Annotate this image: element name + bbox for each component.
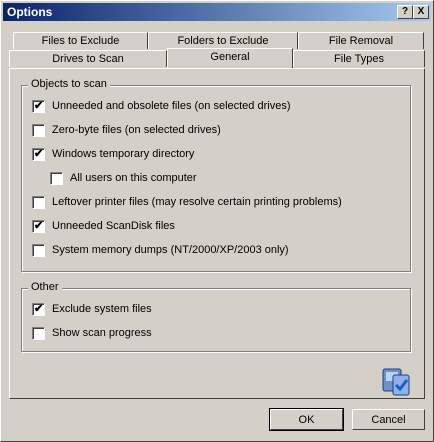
- objects-to-scan-group: Objects to scan ✔ Unneeded and obsolete …: [21, 78, 411, 272]
- checkbox-label: System memory dumps (NT/2000/XP/2003 onl…: [52, 244, 289, 256]
- checkbox-box[interactable]: ✔: [32, 219, 45, 233]
- help-button[interactable]: ?: [397, 5, 413, 19]
- tab-files-to-exclude[interactable]: Files to Exclude: [13, 32, 148, 49]
- checkbox-box[interactable]: ✔: [32, 147, 45, 161]
- checkbox-box[interactable]: ✔: [32, 99, 45, 113]
- tab-folders-to-exclude[interactable]: Folders to Exclude: [148, 32, 298, 49]
- tab-panel-general: Objects to scan ✔ Unneeded and obsolete …: [9, 68, 425, 399]
- checkbox-label: Zero-byte files (on selected drives): [52, 124, 221, 136]
- checkbox-box[interactable]: [50, 171, 63, 185]
- other-group: Other ✔ Exclude system files Show scan p…: [21, 281, 411, 352]
- checkbox-box[interactable]: [32, 123, 45, 137]
- computer-check-icon: [382, 368, 410, 396]
- checkbox-all-users[interactable]: All users on this computer: [50, 170, 197, 186]
- checkbox-label: Leftover printer files (may resolve cert…: [52, 196, 342, 208]
- cancel-button[interactable]: Cancel: [352, 409, 425, 430]
- checkbox-windows-temp-directory[interactable]: ✔ Windows temporary directory: [32, 146, 194, 162]
- ok-button[interactable]: OK: [269, 408, 344, 431]
- objects-to-scan-label: Objects to scan: [28, 78, 110, 90]
- checkbox-label: Show scan progress: [52, 327, 152, 339]
- checkbox-show-scan-progress[interactable]: Show scan progress: [32, 325, 152, 341]
- title-bar: Options ? X: [3, 3, 431, 21]
- checkbox-leftover-printer-files[interactable]: Leftover printer files (may resolve cert…: [32, 194, 342, 210]
- checkbox-box[interactable]: [32, 326, 45, 340]
- tab-file-removal[interactable]: File Removal: [298, 32, 424, 49]
- checkbox-zero-byte-files[interactable]: Zero-byte files (on selected drives): [32, 122, 221, 138]
- tab-drives-to-scan[interactable]: Drives to Scan: [9, 50, 167, 67]
- checkbox-label: All users on this computer: [70, 172, 197, 184]
- window-title: Options: [7, 5, 53, 19]
- check-mark-icon: ✔: [34, 99, 44, 112]
- tab-file-types[interactable]: File Types: [293, 50, 425, 67]
- checkbox-box[interactable]: [32, 243, 45, 257]
- options-dialog: Options ? X Files to Exclude Folders to …: [0, 0, 434, 442]
- checkbox-exclude-system-files[interactable]: ✔ Exclude system files: [32, 301, 152, 317]
- checkbox-unneeded-obsolete-files[interactable]: ✔ Unneeded and obsolete files (on select…: [32, 98, 290, 114]
- checkbox-box[interactable]: ✔: [32, 302, 45, 316]
- checkbox-label: Windows temporary directory: [52, 148, 195, 160]
- checkbox-label: Exclude system files: [52, 303, 152, 315]
- other-label: Other: [28, 281, 62, 293]
- close-button[interactable]: X: [413, 5, 429, 19]
- check-mark-icon: ✔: [34, 219, 44, 232]
- check-mark-icon: ✔: [34, 302, 44, 315]
- checkbox-system-memory-dumps[interactable]: System memory dumps (NT/2000/XP/2003 onl…: [32, 242, 289, 258]
- checkbox-label: Unneeded and obsolete files (on selected…: [52, 100, 291, 112]
- checkbox-unneeded-scandisk-files[interactable]: ✔ Unneeded ScanDisk files: [32, 218, 175, 234]
- check-mark-icon: ✔: [34, 147, 44, 160]
- tab-general[interactable]: General: [167, 48, 293, 68]
- checkbox-label: Unneeded ScanDisk files: [52, 220, 175, 232]
- checkbox-box[interactable]: [32, 195, 45, 209]
